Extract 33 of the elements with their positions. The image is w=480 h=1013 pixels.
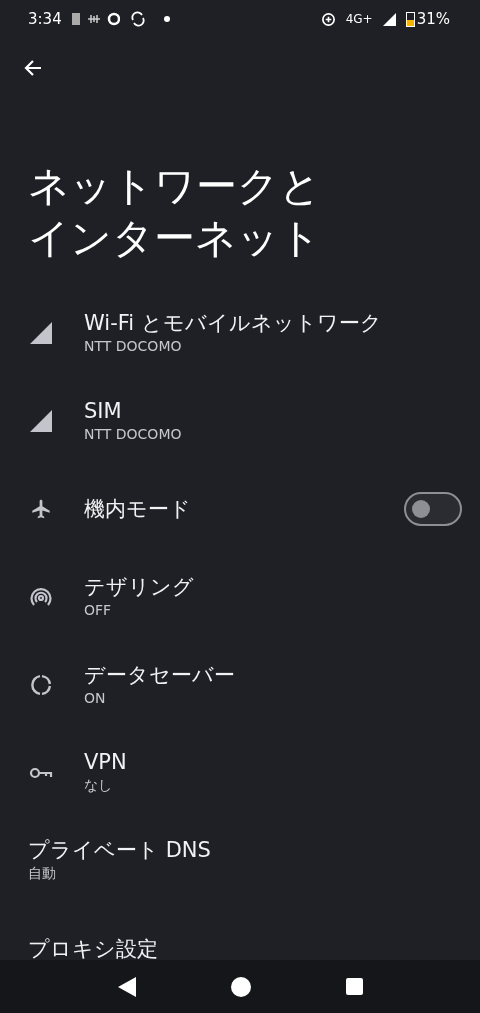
- key-icon: [29, 765, 53, 781]
- page-title: インターネット: [28, 213, 321, 264]
- item-title[interactable]: 機内モード: [84, 498, 404, 520]
- signal-icon: [382, 12, 396, 26]
- airplane-icon: [30, 498, 52, 520]
- page-title: ネットワークと: [28, 161, 321, 212]
- item-summary: なし: [84, 777, 113, 795]
- signal-icon: [30, 410, 52, 432]
- item-title[interactable]: プロキシ設定: [28, 938, 462, 960]
- item-summary: NTT DOCOMO: [84, 338, 183, 354]
- airplane-mode-switch[interactable]: [404, 492, 462, 526]
- item-title[interactable]: VPN: [84, 751, 462, 773]
- signal-icon: [30, 322, 52, 344]
- data-saver-icon: [29, 673, 53, 697]
- home-button[interactable]: [230, 976, 251, 997]
- item-title[interactable]: テザリング: [84, 576, 462, 598]
- sync-icon: [129, 11, 146, 27]
- recents-button[interactable]: [345, 978, 363, 995]
- item-title[interactable]: プライベート DNS: [28, 839, 462, 861]
- dot-icon: [163, 16, 170, 22]
- item-summary: NTT DOCOMO: [84, 426, 183, 442]
- battery-icon: [405, 11, 415, 27]
- item-title[interactable]: データセーバー: [84, 664, 462, 686]
- item-summary: ON: [84, 690, 107, 706]
- back-nav-button[interactable]: [117, 976, 136, 997]
- clock-time: 3:34: [28, 10, 62, 28]
- item-title[interactable]: Wi-Fi とモバイルネットワーク: [84, 312, 462, 334]
- battery-percent: 31%: [416, 10, 450, 28]
- item-summary: OFF: [84, 602, 113, 618]
- data-saver-icon: [320, 11, 336, 27]
- network-type: 4G+: [345, 12, 373, 26]
- item-title[interactable]: SIM: [84, 400, 462, 422]
- item-summary: 自動: [28, 865, 57, 883]
